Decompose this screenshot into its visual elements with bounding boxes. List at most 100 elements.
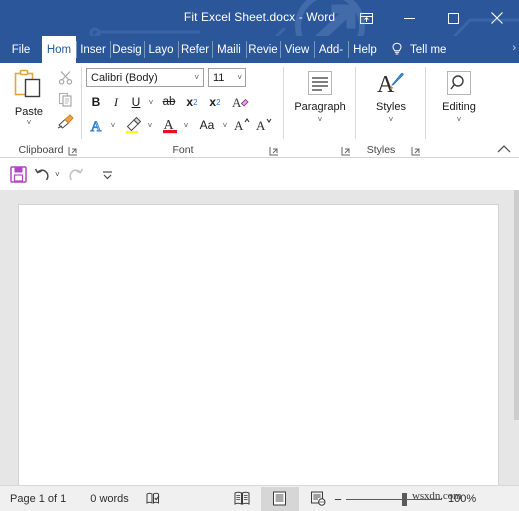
tab-mailings[interactable]: Maili	[212, 36, 246, 63]
clear-formatting-icon: A	[232, 95, 249, 110]
tab-references-label: Refer	[180, 43, 210, 56]
tab-layout[interactable]: Layo	[144, 36, 178, 63]
view-print-layout-button[interactable]	[260, 486, 299, 511]
save-button[interactable]	[6, 162, 30, 186]
italic-button[interactable]: I	[107, 91, 125, 113]
paste-dropdown-caret[interactable]: ˅	[27, 119, 32, 127]
text-effects-button[interactable]: A	[87, 114, 107, 136]
tab-file[interactable]: File	[0, 36, 42, 63]
redo-button[interactable]	[64, 162, 88, 186]
ribbon-tabs: File Hom Inser Desig Layo Refer Maili Re…	[0, 36, 519, 63]
font-color-icon: A	[162, 118, 177, 134]
ribbon-content: Paste ˅ Clipboard Calibri (Body) ˅ 11 ˅ …	[0, 63, 519, 158]
bold-label: B	[91, 95, 101, 109]
tab-file-label: File	[11, 43, 31, 56]
editing-button[interactable]: Editing ˅	[432, 68, 486, 124]
font-size-combobox[interactable]: 11 ˅	[208, 68, 246, 87]
styles-button[interactable]: A Styles ˅	[364, 68, 418, 125]
vertical-scrollbar[interactable]	[514, 190, 519, 485]
paragraph-button[interactable]: Paragraph ˅	[293, 68, 347, 124]
tab-design-label: Desig	[112, 43, 142, 56]
tab-view[interactable]: View	[280, 36, 314, 63]
paste-button[interactable]: Paste ˅	[6, 67, 52, 133]
tabs-overflow-chevron[interactable]: ›	[512, 43, 516, 54]
copy-button[interactable]	[54, 89, 76, 110]
page-indicator[interactable]: Page 1 of 1	[10, 493, 66, 505]
text-highlight-button[interactable]	[122, 114, 144, 136]
change-case-button[interactable]: Aa	[195, 114, 219, 136]
editing-caret[interactable]: ˅	[457, 115, 462, 124]
font-color-button[interactable]: A	[160, 114, 180, 136]
undo-button[interactable]	[30, 162, 54, 186]
font-color-caret[interactable]: ˅	[180, 114, 192, 136]
italic-label: I	[114, 94, 118, 109]
styles-brush-icon: A	[377, 72, 404, 97]
customize-quick-access-toolbar-button[interactable]	[96, 162, 120, 186]
cut-button[interactable]	[54, 67, 76, 88]
clipboard-dialog-launcher[interactable]	[68, 143, 80, 156]
maximize-button[interactable]	[431, 0, 475, 36]
subscript-button[interactable]: x2	[182, 91, 202, 113]
font-name-value: Calibri (Body)	[91, 71, 158, 84]
format-painter-icon	[57, 114, 74, 129]
tab-help[interactable]: Help	[348, 36, 382, 63]
shrink-font-button[interactable]: A	[254, 114, 274, 136]
undo-dropdown-caret[interactable]: ˅	[55, 170, 60, 179]
grow-font-button[interactable]: A	[232, 114, 252, 136]
tab-insert-label: Inser	[80, 43, 106, 56]
tab-home[interactable]: Hom	[42, 36, 76, 63]
dialog-launcher-icon	[68, 147, 77, 156]
close-button[interactable]	[475, 0, 519, 36]
editing-label: Editing	[442, 101, 476, 113]
paragraph-caret[interactable]: ˅	[318, 115, 323, 124]
ribbon-group-font: Calibri (Body) ˅ 11 ˅ B I U ˅ ab x2 x 2 …	[82, 63, 284, 157]
change-case-caret[interactable]: ˅	[219, 114, 231, 136]
tab-review[interactable]: Revie	[246, 36, 280, 63]
word-count[interactable]: 0 words	[90, 493, 129, 505]
web-layout-icon	[310, 491, 326, 506]
styles-dialog-launcher[interactable]	[411, 143, 423, 156]
tab-layout-label: Layo	[148, 43, 174, 56]
underline-dropdown-caret[interactable]: ˅	[145, 91, 157, 113]
zoom-out-button[interactable]: −	[330, 487, 346, 511]
styles-icon: A	[376, 68, 406, 98]
clear-formatting-button[interactable]: A	[230, 91, 252, 113]
bold-button[interactable]: B	[87, 91, 105, 113]
collapse-ribbon-button[interactable]	[497, 141, 513, 155]
text-effects-caret[interactable]: ˅	[107, 114, 119, 136]
ribbon-display-options-button[interactable]	[345, 0, 387, 36]
superscript-button[interactable]: x2	[205, 91, 225, 113]
view-read-mode-button[interactable]	[223, 487, 261, 511]
minimize-button[interactable]	[387, 0, 431, 36]
font-name-combobox[interactable]: Calibri (Body) ˅	[86, 68, 204, 87]
tell-me-search[interactable]: Tell me	[382, 36, 446, 63]
font-dialog-launcher[interactable]	[269, 143, 281, 156]
quick-access-toolbar: ˅	[0, 158, 519, 190]
proofing-status-button[interactable]	[143, 487, 165, 511]
lightbulb-icon	[392, 42, 402, 55]
tab-view-label: View	[284, 43, 310, 56]
font-name-caret[interactable]: ˅	[194, 73, 199, 82]
save-icon	[9, 165, 27, 183]
overflow-caret-icon	[103, 170, 113, 179]
scrollbar-thumb[interactable]	[514, 190, 519, 420]
window-controls	[345, 0, 519, 36]
clipboard-icon	[14, 69, 41, 98]
tab-design[interactable]: Desig	[110, 36, 144, 63]
change-case-label: Aa	[199, 118, 215, 132]
superscript-index: 2	[216, 97, 221, 107]
font-size-caret[interactable]: ˅	[237, 73, 242, 82]
tab-addins[interactable]: Add-	[314, 36, 348, 63]
tab-home-label: Hom	[46, 43, 72, 56]
tab-insert[interactable]: Inser	[76, 36, 110, 63]
format-painter-button[interactable]	[54, 111, 76, 132]
tab-references[interactable]: Refer	[178, 36, 212, 63]
document-page[interactable]	[18, 204, 499, 499]
styles-caret[interactable]: ˅	[389, 115, 394, 124]
highlight-caret[interactable]: ˅	[144, 114, 156, 136]
zoom-slider-thumb[interactable]	[402, 493, 407, 506]
tab-addins-label: Add-	[318, 43, 344, 56]
strikethrough-button[interactable]: ab	[159, 91, 179, 113]
underline-button[interactable]: U	[127, 91, 145, 113]
grow-font-icon: A	[234, 118, 249, 133]
